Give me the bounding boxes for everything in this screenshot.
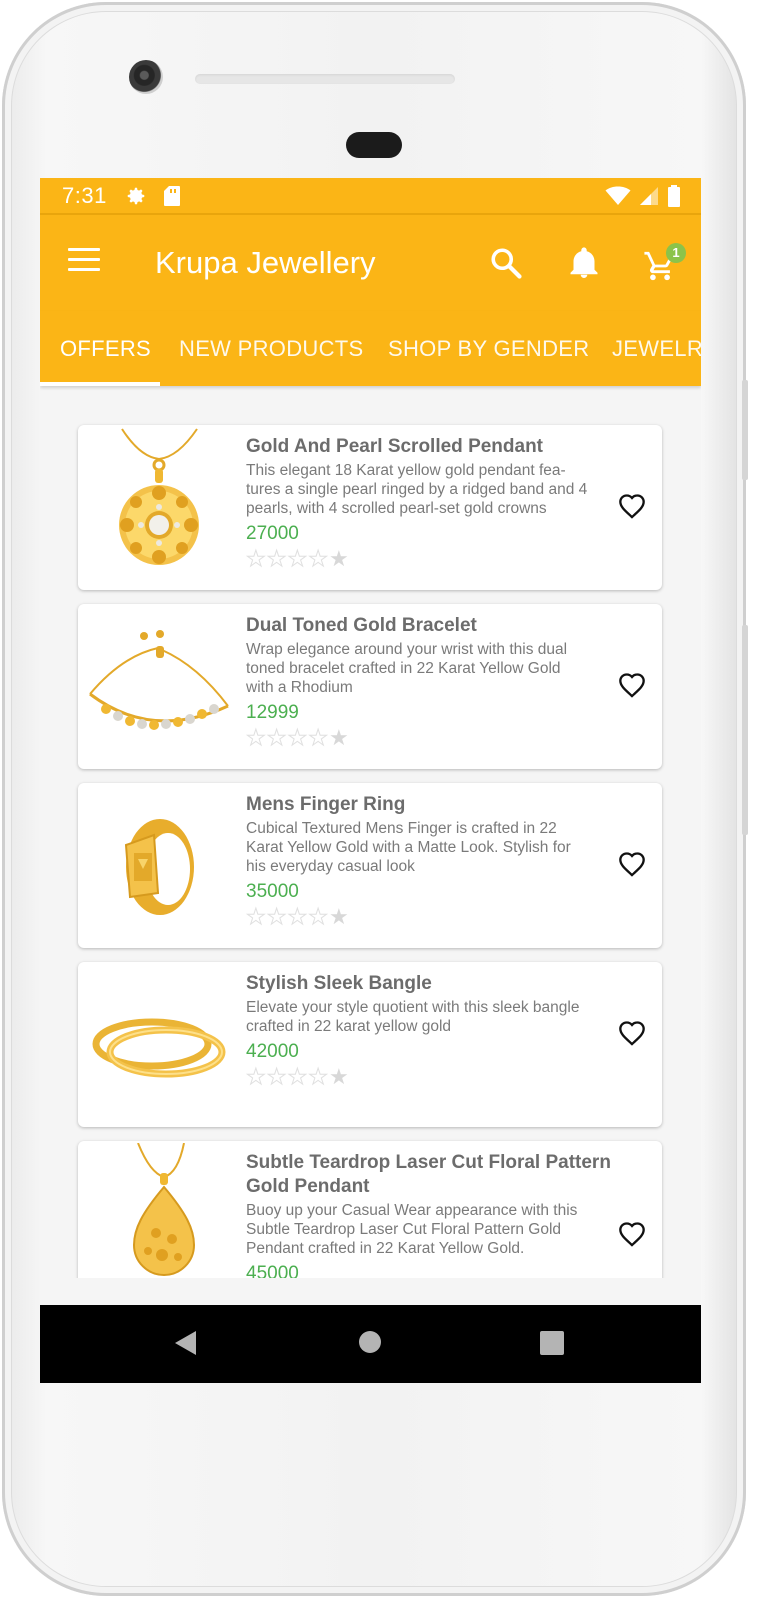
rating-stars: ★ ★ ★ ★ ★ [246, 725, 349, 750]
star-empty-icon: ★ [246, 546, 267, 571]
product-card[interactable]: Dual Toned Gold Bracelet Wrap elegance a… [78, 604, 662, 769]
star-empty-icon: ★ [308, 1064, 329, 1089]
star-empty-icon: ★ [287, 1064, 308, 1089]
app-screen: 7:31 Krupa Jewellery 1 OFFERS NEW PRODUC… [40, 178, 701, 1383]
pendant-icon [119, 428, 199, 565]
tab-jewelry[interactable]: JEWELRY [612, 336, 701, 362]
wifi-icon [605, 186, 631, 205]
product-title: Gold And Pearl Scrolled Pendant [246, 436, 544, 457]
product-description: Buoy up your Casual Wear appearance with… [246, 1202, 578, 1257]
bangle-icon [92, 1018, 226, 1078]
product-description: Elevate your style quotient with this sl… [246, 999, 580, 1035]
favorite-heart-icon[interactable] [618, 1020, 646, 1046]
star-empty-icon: ★ [287, 725, 308, 750]
star-icon: ★ [328, 904, 349, 929]
volume-button [742, 380, 748, 480]
star-empty-icon: ★ [266, 1064, 287, 1089]
tab-new-products[interactable]: NEW PRODUCTS [179, 336, 364, 362]
tab-shop-by-gender[interactable]: SHOP BY GENDER [388, 336, 589, 362]
rating-stars: ★ ★ ★ ★ ★ [246, 1064, 349, 1089]
star-empty-icon: ★ [287, 546, 308, 571]
product-card[interactable]: Stylish Sleek Bangle Elevate your style … [78, 962, 662, 1127]
selected-tab-indicator [40, 382, 160, 386]
status-time: 7:31 [62, 182, 107, 208]
status-bar: 7:31 [40, 178, 701, 215]
category-tabs: OFFERS NEW PRODUCTS SHOP BY GENDER JEWEL… [40, 311, 701, 386]
cart-count-badge: 1 [666, 243, 686, 263]
app-toolbar: Krupa Jewellery 1 [40, 215, 701, 311]
favorite-heart-icon[interactable] [618, 851, 646, 877]
product-price: 27000 [246, 523, 299, 544]
product-list[interactable]: Gold And Pearl Scrolled Pendant This ele… [40, 388, 701, 1278]
menu-button[interactable] [68, 248, 100, 276]
tab-offers[interactable]: OFFERS [60, 336, 151, 362]
recent-apps-icon[interactable] [540, 1331, 564, 1355]
star-empty-icon: ★ [266, 904, 287, 929]
power-button [742, 625, 748, 835]
app-title: Krupa Jewellery [155, 245, 376, 280]
product-price: 35000 [246, 881, 299, 902]
ring-icon [124, 819, 194, 915]
star-icon: ★ [328, 725, 349, 750]
battery-icon [668, 184, 680, 207]
system-navigation-bar [40, 1305, 701, 1383]
favorite-heart-icon[interactable] [618, 1221, 646, 1247]
notification-bell-icon[interactable] [566, 245, 602, 281]
search-icon[interactable] [488, 245, 524, 281]
star-empty-icon: ★ [308, 546, 329, 571]
settings-icon [127, 187, 145, 204]
star-empty-icon: ★ [246, 1064, 267, 1089]
sd-card-icon [163, 185, 180, 206]
rating-stars: ★ ★ ★ ★ ★ [246, 904, 349, 929]
product-price: 12999 [246, 702, 299, 723]
rating-stars: ★ ★ ★ ★ ★ [246, 546, 349, 571]
product-description: Cubical Textured Mens Finger is crafted … [246, 820, 571, 875]
star-empty-icon: ★ [246, 904, 267, 929]
product-title: Mens Finger Ring [246, 794, 406, 815]
product-description: This elegant 18 Karat yellow gold pendan… [246, 462, 588, 517]
favorite-heart-icon[interactable] [618, 493, 646, 519]
favorite-heart-icon[interactable] [618, 672, 646, 698]
star-empty-icon: ★ [308, 904, 329, 929]
product-title: Subtle Teardrop Laser Cut Floral Pattern… [246, 1152, 611, 1197]
back-icon[interactable] [172, 1329, 198, 1357]
star-empty-icon: ★ [266, 546, 287, 571]
product-title: Stylish Sleek Bangle [246, 973, 432, 994]
cellular-signal-icon [640, 186, 658, 205]
product-card[interactable]: Gold And Pearl Scrolled Pendant This ele… [78, 425, 662, 590]
bracelet-icon [89, 630, 229, 730]
star-empty-icon: ★ [287, 904, 308, 929]
cart-button[interactable]: 1 [642, 243, 686, 285]
star-icon: ★ [328, 1064, 349, 1089]
teardrop-pendant-icon [132, 1143, 196, 1276]
star-empty-icon: ★ [246, 725, 267, 750]
product-card[interactable]: Subtle Teardrop Laser Cut Floral Pattern… [78, 1141, 662, 1278]
product-price: 42000 [246, 1041, 299, 1062]
speaker-grille [195, 74, 455, 84]
home-icon[interactable] [357, 1329, 383, 1355]
earpiece [346, 132, 402, 158]
star-empty-icon: ★ [308, 725, 329, 750]
star-icon: ★ [328, 546, 349, 571]
product-description: Wrap elegance around your wrist with thi… [246, 641, 568, 696]
product-price: 45000 [246, 1263, 299, 1278]
product-card[interactable]: Mens Finger Ring Cubical Textured Mens F… [78, 783, 662, 948]
product-title: Dual Toned Gold Bracelet [246, 615, 477, 636]
front-camera [129, 60, 163, 94]
star-empty-icon: ★ [266, 725, 287, 750]
